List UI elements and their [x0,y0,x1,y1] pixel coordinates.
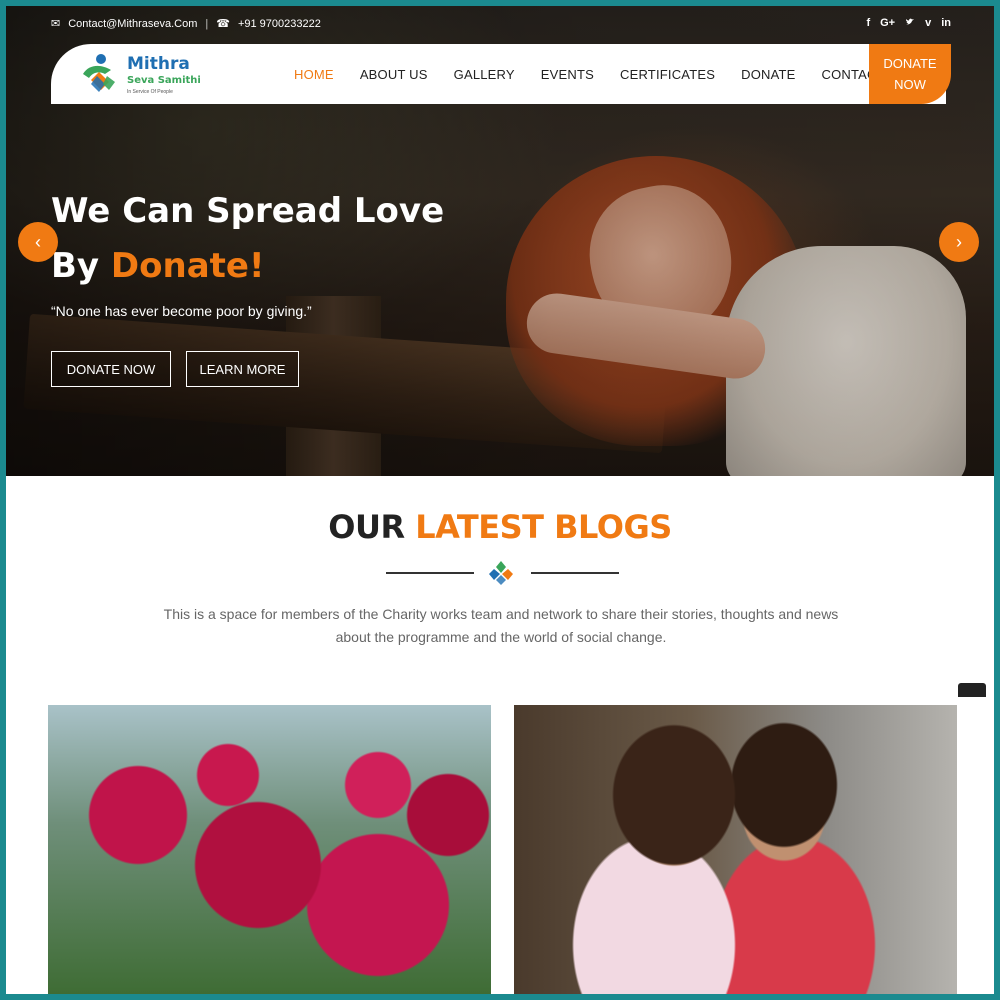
slider-next-arrow[interactable]: › [939,222,979,262]
logo-mark-divider-icon [489,561,513,585]
contact-email[interactable]: Contact@Mithraseva.Com [68,18,197,30]
main-navbar: Mithra Seva Samithi In Service Of People… [51,44,951,104]
hero-title-line1: We Can Spread Love [51,191,445,231]
logo-subtitle: Seva Samithi [127,75,201,86]
hero-donate-now-button[interactable]: DONATE NOW [51,351,171,387]
donate-now-nav-line1: DONATE [883,56,937,71]
scroll-to-top-button[interactable] [958,683,986,697]
chevron-left-icon: ‹ [35,231,41,252]
nav-about-us[interactable]: ABOUT US [347,67,441,82]
blog-card-children-image[interactable] [514,705,957,994]
twitter-icon[interactable] [905,17,915,30]
facebook-icon[interactable]: f [866,17,870,30]
donate-now-nav-line2: NOW [894,77,926,92]
nav-certificates[interactable]: CERTIFICATES [607,67,728,82]
google-plus-icon[interactable]: G+ [880,17,895,30]
blogs-section-title: OUR LATEST BLOGS [6,508,994,546]
nav-gallery[interactable]: GALLERY [441,67,528,82]
logo-name: Mithra [127,54,190,74]
logo-tagline: In Service Of People [127,89,173,95]
vimeo-icon[interactable]: v [925,17,931,30]
linkedin-icon[interactable]: in [941,17,951,30]
blog-card-roses-image[interactable] [48,705,491,994]
hero-quote: “No one has ever become poor by giving.” [51,303,312,319]
contact-phone[interactable]: +91 9700233222 [238,18,321,30]
hero-learn-more-button[interactable]: LEARN MORE [186,351,299,387]
divider-line-right [531,572,619,574]
hero-title-prefix: By [51,246,111,286]
donate-now-nav-button[interactable]: DONATE NOW [841,44,951,104]
site-logo[interactable]: Mithra Seva Samithi In Service Of People [79,50,209,100]
nav-home[interactable]: HOME [281,67,347,82]
hero-title-line2: By Donate! [51,246,264,286]
topbar-separator: | [205,17,209,30]
nav-donate[interactable]: DONATE [728,67,808,82]
section-divider [6,558,994,588]
blogs-title-prefix: OUR [328,508,416,546]
nav-events[interactable]: EVENTS [528,67,607,82]
hero-slider: ✉ Contact@Mithraseva.Com | ☎ +91 9700233… [6,6,994,476]
logo-mark-icon [83,54,115,92]
main-menu: HOME ABOUT US GALLERY EVENTS CERTIFICATE… [281,44,898,104]
blogs-description: This is a space for members of the Chari… [163,606,839,645]
phone-icon: ☎ [216,18,230,30]
divider-line-left [386,572,474,574]
slider-prev-arrow[interactable]: ‹ [18,222,58,262]
page-frame: ✉ Contact@Mithraseva.Com | ☎ +91 9700233… [6,6,994,994]
blogs-title-accent: LATEST BLOGS [415,508,672,546]
top-contact-bar: ✉ Contact@Mithraseva.Com | ☎ +91 9700233… [51,17,951,37]
hero-title-accent: Donate! [110,246,265,286]
social-links: f G+ v in [866,17,951,30]
envelope-icon: ✉ [51,18,61,30]
chevron-right-icon: › [956,231,962,252]
